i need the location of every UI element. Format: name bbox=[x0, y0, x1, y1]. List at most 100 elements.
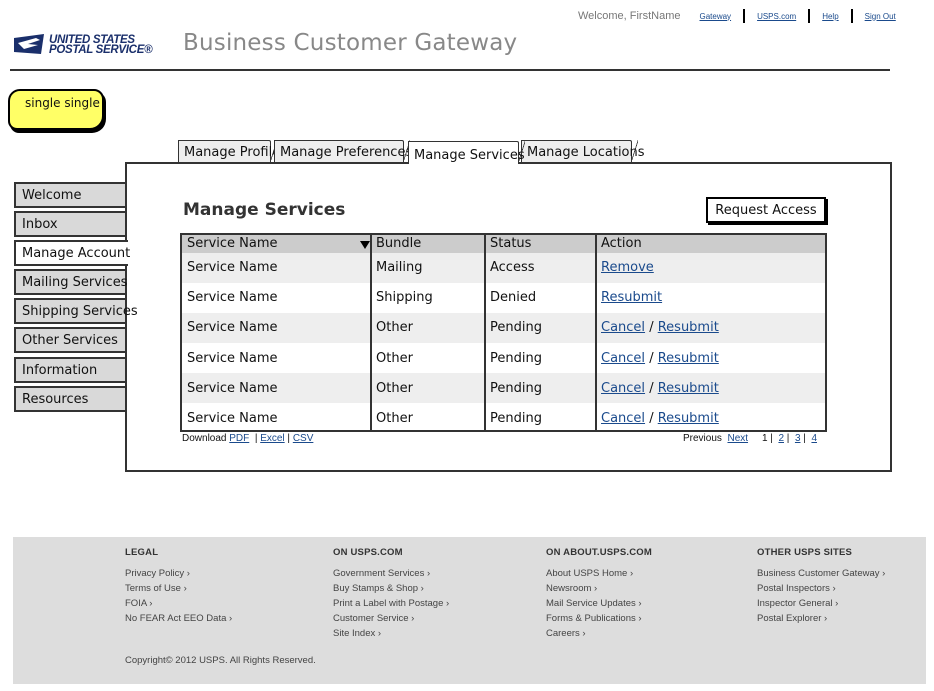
sidebar-item-other-services[interactable]: Other Services bbox=[14, 327, 127, 353]
service-name-cell: Service Name bbox=[187, 260, 278, 275]
divider bbox=[850, 9, 853, 23]
column-divider bbox=[595, 235, 597, 430]
bundle-cell: Shipping bbox=[376, 290, 433, 305]
download-label: Download bbox=[182, 433, 227, 444]
bundle-cell: Other bbox=[376, 351, 413, 366]
page-link-4[interactable]: 4 bbox=[811, 433, 817, 444]
footer-link[interactable]: Print a Label with Postage › bbox=[333, 596, 449, 611]
column-divider bbox=[484, 235, 486, 430]
status-cell: Pending bbox=[490, 411, 542, 426]
footer-link[interactable]: Mail Service Updates › bbox=[546, 596, 652, 611]
resubmit-link[interactable]: Resubmit bbox=[601, 290, 662, 305]
column-header-bundle[interactable]: Bundle bbox=[376, 236, 421, 251]
download-csv-link[interactable]: CSV bbox=[293, 433, 314, 444]
footer-heading: LEGAL bbox=[125, 547, 159, 558]
header-links: Welcome, FirstName Gateway USPS.com Help… bbox=[578, 9, 896, 23]
sidebar-item-shipping-services[interactable]: Shipping Services bbox=[14, 298, 138, 324]
download-excel-link[interactable]: Excel bbox=[260, 433, 284, 444]
footer-column-about-usps: ON ABOUT.USPS.COM About USPS Home › News… bbox=[546, 547, 652, 641]
footer-link[interactable]: Buy Stamps & Shop › bbox=[333, 581, 449, 596]
action-separator: / bbox=[649, 381, 654, 396]
sidebar-item-resources[interactable]: Resources bbox=[14, 386, 127, 412]
footer-link[interactable]: FOIA › bbox=[125, 596, 232, 611]
resubmit-link[interactable]: Resubmit bbox=[658, 381, 719, 396]
eagle-icon bbox=[14, 34, 44, 54]
tab-manage-profile[interactable]: Manage Profile bbox=[178, 140, 280, 162]
sticky-note: single single bbox=[8, 89, 104, 130]
services-table: Service Name Bundle Status Action Servic… bbox=[180, 233, 827, 432]
footer-heading: OTHER USPS SITES bbox=[757, 547, 853, 558]
service-name-cell: Service Name bbox=[187, 351, 278, 366]
resubmit-link[interactable]: Resubmit bbox=[658, 351, 719, 366]
column-header-action[interactable]: Action bbox=[601, 236, 642, 251]
usps-com-link[interactable]: USPS.com bbox=[757, 12, 796, 21]
sign-out-link[interactable]: Sign Out bbox=[865, 12, 896, 21]
header-divider bbox=[10, 69, 890, 71]
action-separator: / bbox=[649, 320, 654, 335]
footer-link[interactable]: Privacy Policy › bbox=[125, 566, 232, 581]
gateway-link[interactable]: Gateway bbox=[699, 12, 731, 21]
footer-column-on-usps: ON USPS.COM Government Services › Buy St… bbox=[333, 547, 449, 641]
column-divider bbox=[370, 235, 372, 430]
footer-column-legal: LEGAL Privacy Policy › Terms of Use › FO… bbox=[125, 547, 232, 626]
section-title: Manage Services bbox=[183, 200, 346, 220]
footer-heading: ON ABOUT.USPS.COM bbox=[546, 547, 652, 558]
page-link-2[interactable]: 2 bbox=[778, 433, 784, 444]
tab-manage-locations[interactable]: Manage Locations bbox=[521, 140, 645, 162]
status-cell: Pending bbox=[490, 381, 542, 396]
bundle-cell: Other bbox=[376, 381, 413, 396]
footer-link[interactable]: Careers › bbox=[546, 626, 652, 641]
service-name-cell: Service Name bbox=[187, 411, 278, 426]
tab-manage-preferences[interactable]: Manage Preferences bbox=[274, 140, 412, 162]
footer-link[interactable]: Forms & Publications › bbox=[546, 611, 652, 626]
bundle-cell: Mailing bbox=[376, 260, 423, 275]
cancel-link[interactable]: Cancel bbox=[601, 411, 645, 426]
page-current: 1 bbox=[761, 433, 768, 444]
footer-link[interactable]: Government Services › bbox=[333, 566, 449, 581]
footer-link[interactable]: About USPS Home › bbox=[546, 566, 652, 581]
remove-link[interactable]: Remove bbox=[601, 260, 654, 275]
action-separator: / bbox=[649, 411, 654, 426]
sidebar-item-welcome[interactable]: Welcome bbox=[14, 182, 127, 208]
resubmit-link[interactable]: Resubmit bbox=[658, 411, 719, 426]
footer-link[interactable]: No FEAR Act EEO Data › bbox=[125, 611, 232, 626]
column-header-service-name[interactable]: Service Name bbox=[187, 236, 278, 251]
cancel-link[interactable]: Cancel bbox=[601, 351, 645, 366]
footer: LEGAL Privacy Policy › Terms of Use › FO… bbox=[13, 537, 926, 684]
tab-manage-services[interactable]: Manage Services bbox=[408, 141, 525, 164]
action-separator: / bbox=[649, 351, 654, 366]
next-link[interactable]: Next bbox=[727, 433, 748, 444]
footer-link[interactable]: Customer Service › bbox=[333, 611, 449, 626]
app-title: Business Customer Gateway bbox=[183, 30, 518, 56]
download-pdf-link[interactable]: PDF bbox=[229, 433, 249, 444]
column-header-status[interactable]: Status bbox=[490, 236, 531, 251]
previous-label: Previous bbox=[683, 433, 722, 444]
sort-down-icon[interactable] bbox=[360, 241, 370, 249]
service-name-cell: Service Name bbox=[187, 290, 278, 305]
download-bar: Download PDF | Excel | CSV bbox=[182, 433, 314, 444]
help-link[interactable]: Help bbox=[822, 12, 838, 21]
sidebar-item-inbox[interactable]: Inbox bbox=[14, 211, 127, 237]
pagination: Previous Next 1 | 2 | 3 | 4 bbox=[683, 433, 817, 444]
request-access-button[interactable]: Request Access bbox=[706, 197, 826, 223]
resubmit-link[interactable]: Resubmit bbox=[658, 320, 719, 335]
sidebar-item-manage-account[interactable]: Manage Account bbox=[14, 240, 130, 266]
footer-link[interactable]: Business Customer Gateway › bbox=[757, 566, 885, 581]
footer-link[interactable]: Inspector General › bbox=[757, 596, 885, 611]
page-link-3[interactable]: 3 bbox=[795, 433, 801, 444]
usps-logo[interactable]: UNITED STATES POSTAL SERVICE® bbox=[14, 34, 153, 56]
status-cell: Access bbox=[490, 260, 535, 275]
footer-link[interactable]: Site Index › bbox=[333, 626, 449, 641]
sidebar-item-information[interactable]: Information bbox=[14, 357, 127, 383]
footer-link[interactable]: Terms of Use › bbox=[125, 581, 232, 596]
footer-link[interactable]: Postal Explorer › bbox=[757, 611, 885, 626]
footer-link[interactable]: Newsroom › bbox=[546, 581, 652, 596]
divider bbox=[743, 9, 746, 23]
welcome-text: Welcome, FirstName bbox=[578, 10, 681, 22]
footer-heading: ON USPS.COM bbox=[333, 547, 403, 558]
footer-link[interactable]: Postal Inspectors › bbox=[757, 581, 885, 596]
sidebar-item-mailing-services[interactable]: Mailing Services bbox=[14, 269, 127, 295]
cancel-link[interactable]: Cancel bbox=[601, 320, 645, 335]
cancel-link[interactable]: Cancel bbox=[601, 381, 645, 396]
service-name-cell: Service Name bbox=[187, 381, 278, 396]
